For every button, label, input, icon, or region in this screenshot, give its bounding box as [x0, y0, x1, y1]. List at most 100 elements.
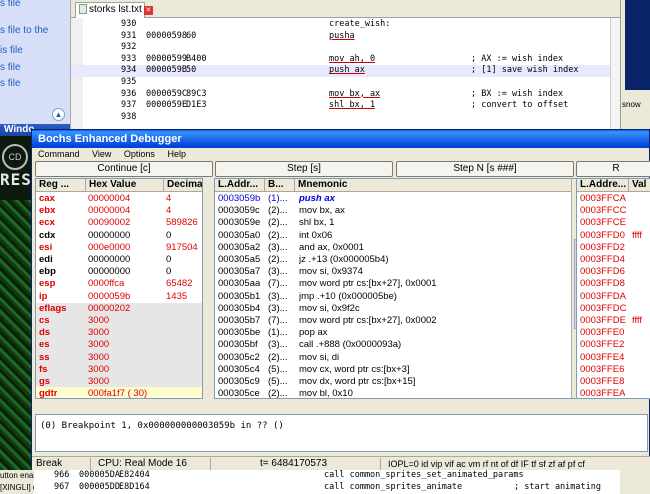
memory-row[interactable]: 0003FFD8 — [577, 278, 650, 290]
asm-bytes-header[interactable]: B... — [265, 179, 295, 192]
menu-help[interactable]: Help — [167, 149, 186, 159]
asm-bytes: (3)... — [268, 302, 288, 314]
editor-scrollbar[interactable] — [610, 18, 620, 140]
explorer-link-1[interactable]: s file — [0, 0, 21, 9]
disassembly-row[interactable]: 0003059e (2)... shl bx, 1 — [215, 217, 583, 229]
register-decimal: 1435 — [166, 290, 188, 302]
register-row[interactable]: ds 3000 — [36, 327, 202, 339]
code-code: mov ah, 0 — [329, 53, 376, 64]
register-row[interactable]: esi 000e0000 917504 — [36, 242, 202, 254]
asm-mnemonic-header[interactable]: Mnemonic — [295, 179, 573, 192]
asm-addr-header[interactable]: L.Addr... — [215, 179, 265, 192]
reg-decimal-header[interactable]: Decima — [164, 179, 202, 192]
editor-tab[interactable]: storks lst.txt ✕ — [75, 2, 153, 18]
explorer-link-2[interactable]: s file to the — [0, 25, 48, 36]
register-row[interactable]: gdtr 000fa1f7 ( 30) — [36, 388, 202, 398]
memory-row[interactable]: 0003FFDA — [577, 291, 650, 303]
asm-address: 000305b7 — [218, 315, 261, 326]
menu-options[interactable]: Options — [124, 149, 155, 159]
disassembly-row[interactable]: 000305b4 (3)... mov si, 0x9f2c — [215, 303, 583, 315]
memory-row[interactable]: 0003FFCE — [577, 217, 650, 229]
memory-pane[interactable]: L.Addre... Val 0003FFCA 0003FFCC 0003FFCE 0… — [576, 178, 650, 399]
reg-name-header[interactable]: Reg ... — [36, 179, 86, 192]
memory-row[interactable]: 0003FFD0 ffff — [577, 230, 650, 242]
collapse-chevron-icon[interactable]: ▲ — [52, 108, 65, 121]
disassembly-row[interactable]: 000305a7 (3)... mov si, 0x9374 — [215, 266, 583, 278]
code-code: create_wish: — [329, 19, 391, 29]
register-row[interactable]: cs 3000 — [36, 315, 202, 327]
memory-row[interactable]: 0003FFEA — [577, 388, 650, 398]
register-row[interactable]: cax 00000004 4 — [36, 193, 202, 205]
register-row[interactable]: ecx 00090002 589826 — [36, 217, 202, 229]
memory-row[interactable]: 0003FFCA — [577, 193, 650, 205]
asm-address: 000305c2 — [218, 351, 260, 363]
register-row[interactable]: eflags 00000202 — [36, 303, 202, 315]
menu-view[interactable]: View — [92, 149, 111, 159]
step-n-button[interactable]: Step N [s ###] — [396, 161, 574, 177]
close-tab-icon[interactable]: ✕ — [143, 6, 153, 15]
asm-address: 000305a5 — [218, 254, 261, 265]
disassembly-row[interactable]: 000305c9 (5)... mov dx, word ptr cs:[bx+15… — [215, 376, 583, 388]
status-ticks: t= 6484170573 — [260, 458, 328, 469]
status-flags: IOPL=0 id vip vif ac vm rf nt of df IF t… — [388, 459, 585, 469]
register-row[interactable]: edi 00000000 0 — [36, 254, 202, 266]
disassembly-row[interactable]: 000305b7 (7)... mov word ptr cs:[bx+27], 0… — [215, 315, 583, 327]
asm-address: 000305a2 — [218, 241, 261, 253]
disassembly-row[interactable]: 000305a2 (3)... and ax, 0x0001 — [215, 242, 583, 254]
disassembly-row[interactable]: 0003059b (1)... push ax — [215, 193, 583, 205]
memory-row[interactable]: 0003FFCC — [577, 205, 650, 217]
menu-command[interactable]: Command — [38, 149, 80, 159]
register-row[interactable]: ip 0000059b 1435 — [36, 291, 202, 303]
memory-row[interactable]: 0003FFDC — [577, 303, 650, 315]
memory-row[interactable]: 0003FFE6 — [577, 364, 650, 376]
step-button[interactable]: Step [s] — [215, 161, 393, 177]
register-row[interactable]: cdx 00000000 0 — [36, 230, 202, 242]
register-name: gs — [39, 376, 51, 387]
memory-row[interactable]: 0003FFD6 — [577, 266, 650, 278]
asm-bytes: (1)... — [268, 327, 288, 339]
register-row[interactable]: ebx 00000004 4 — [36, 205, 202, 217]
menu-bar: Command View Options Help — [32, 148, 649, 160]
code-comment: ; start animating — [514, 482, 601, 492]
explorer-link-5[interactable]: s file — [0, 78, 21, 89]
disassembly-row[interactable]: 0003059c (2)... mov bx, ax — [215, 205, 583, 217]
memory-row[interactable]: 0003FFE4 — [577, 352, 650, 364]
disassembly-row[interactable]: 000305aa (7)... mov word ptr cs:[bx+27], 0… — [215, 278, 583, 290]
memory-row[interactable]: 0003FFDE ffff — [577, 315, 650, 327]
memory-row[interactable]: 0003FFE2 — [577, 339, 650, 351]
memory-row[interactable]: 0003FFD4 — [577, 254, 650, 266]
disassembly-pane[interactable]: L.Addr... B... Mnemonic 0003059b (1)... pu… — [214, 178, 584, 399]
debugger-output[interactable]: (0) Breakpoint 1, 0x000000000003059b in … — [35, 414, 648, 452]
asm-mnemonic: push ax — [299, 193, 335, 204]
register-row[interactable]: ss 3000 — [36, 352, 202, 364]
register-hex: 00000202 — [88, 302, 131, 314]
disassembly-row[interactable]: 000305a0 (2)... int 0x06 — [215, 230, 583, 242]
register-row[interactable]: gs 3000 — [36, 376, 202, 388]
memory-row[interactable]: 0003FFE8 — [577, 376, 650, 388]
disassembly-row[interactable]: 000305bf (3)... call .+888 (0x0000093a) — [215, 339, 583, 351]
mem-value-header[interactable]: Val — [629, 179, 650, 192]
memory-row[interactable]: 0003FFE0 — [577, 327, 650, 339]
disassembly-row[interactable]: 000305a5 (2)... jz .+13 (0x000005b4) — [215, 254, 583, 266]
register-row[interactable]: es 3000 — [36, 339, 202, 351]
run-button[interactable]: R — [576, 161, 650, 177]
register-hex: 3000 — [88, 351, 110, 363]
registers-pane[interactable]: Reg ... Hex Value Decima cax 00000004 4 ebx… — [35, 178, 203, 399]
disassembly-row[interactable]: 000305c2 (2)... mov si, di — [215, 352, 583, 364]
disassembly-row[interactable]: 000305be (1)... pop ax — [215, 327, 583, 339]
register-row[interactable]: ebp 00000000 0 — [36, 266, 202, 278]
memory-address: 0003FFD2 — [580, 241, 625, 253]
continue-button[interactable]: Continue [c] — [35, 161, 213, 177]
memory-row[interactable]: 0003FFD2 — [577, 242, 650, 254]
register-row[interactable]: fs 3000 — [36, 364, 202, 376]
code-hex: B400 — [186, 53, 207, 64]
explorer-link-3[interactable]: is file — [0, 45, 23, 56]
explorer-link-4[interactable]: s file — [0, 62, 21, 73]
disassembly-row[interactable]: 000305c4 (5)... mov cx, word ptr cs:[bx+3] — [215, 364, 583, 376]
disassembly-row[interactable]: 000305ce (2)... mov bl, 0x10 — [215, 388, 583, 398]
disassembly-row[interactable]: 000305b1 (3)... jmp .+10 (0x000005be) — [215, 291, 583, 303]
reg-hex-header[interactable]: Hex Value — [86, 179, 164, 192]
memory-address: 0003FFD8 — [580, 278, 625, 290]
register-row[interactable]: esp 0000ffca 65482 — [36, 278, 202, 290]
mem-addr-header[interactable]: L.Addre... — [577, 179, 629, 192]
